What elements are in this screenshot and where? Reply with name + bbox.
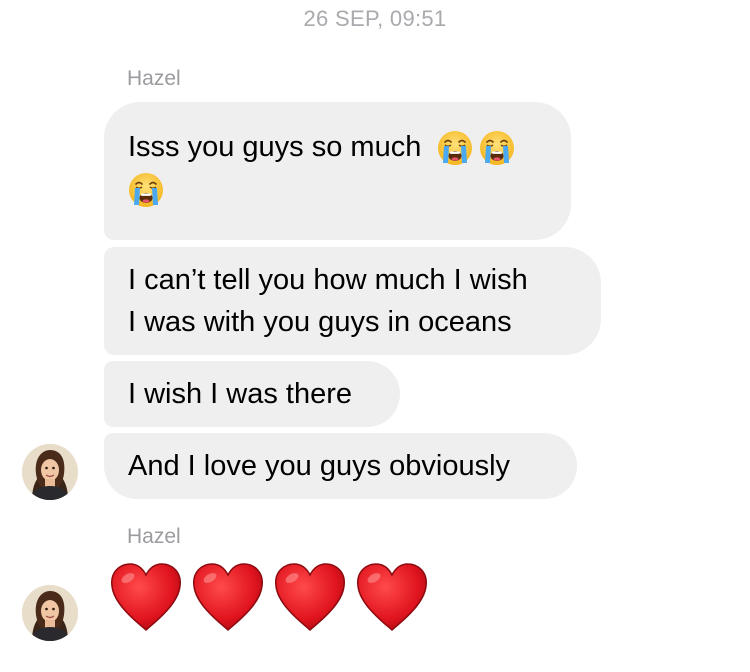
- red-heart-icon: [106, 558, 186, 638]
- red-heart-icon: [270, 558, 350, 638]
- hazel-avatar-icon: [22, 444, 78, 500]
- message-bubble[interactable]: And I love you guys obviously: [104, 433, 577, 499]
- emoji-message[interactable]: [106, 558, 432, 642]
- red-heart-icon: [352, 558, 432, 638]
- loudly-crying-face-icon: [128, 172, 164, 208]
- message-text: I was with you guys in oceans: [128, 306, 512, 338]
- message-text: Isss you guys so much: [128, 131, 422, 163]
- message-text: I can’t tell you how much I wish: [128, 264, 528, 296]
- red-heart-icon: [188, 558, 268, 638]
- avatar[interactable]: [22, 444, 78, 500]
- message-text: And I love you guys obviously: [128, 450, 511, 482]
- loudly-crying-face-icon: [437, 130, 473, 166]
- sender-name: Hazel: [127, 67, 181, 90]
- conversation-timestamp: 26 SEP, 09:51: [303, 6, 447, 31]
- loudly-crying-face-icon: [479, 130, 515, 166]
- sender-name: Hazel: [127, 525, 181, 548]
- message-bubble[interactable]: Isss you guys so much: [104, 102, 571, 240]
- message-text: I wish I was there: [128, 378, 353, 410]
- avatar[interactable]: [22, 585, 78, 641]
- message-bubble[interactable]: I can’t tell you how much I wish I was w…: [104, 247, 601, 355]
- hazel-avatar-icon: [22, 585, 78, 641]
- message-bubble[interactable]: I wish I was there: [104, 361, 400, 427]
